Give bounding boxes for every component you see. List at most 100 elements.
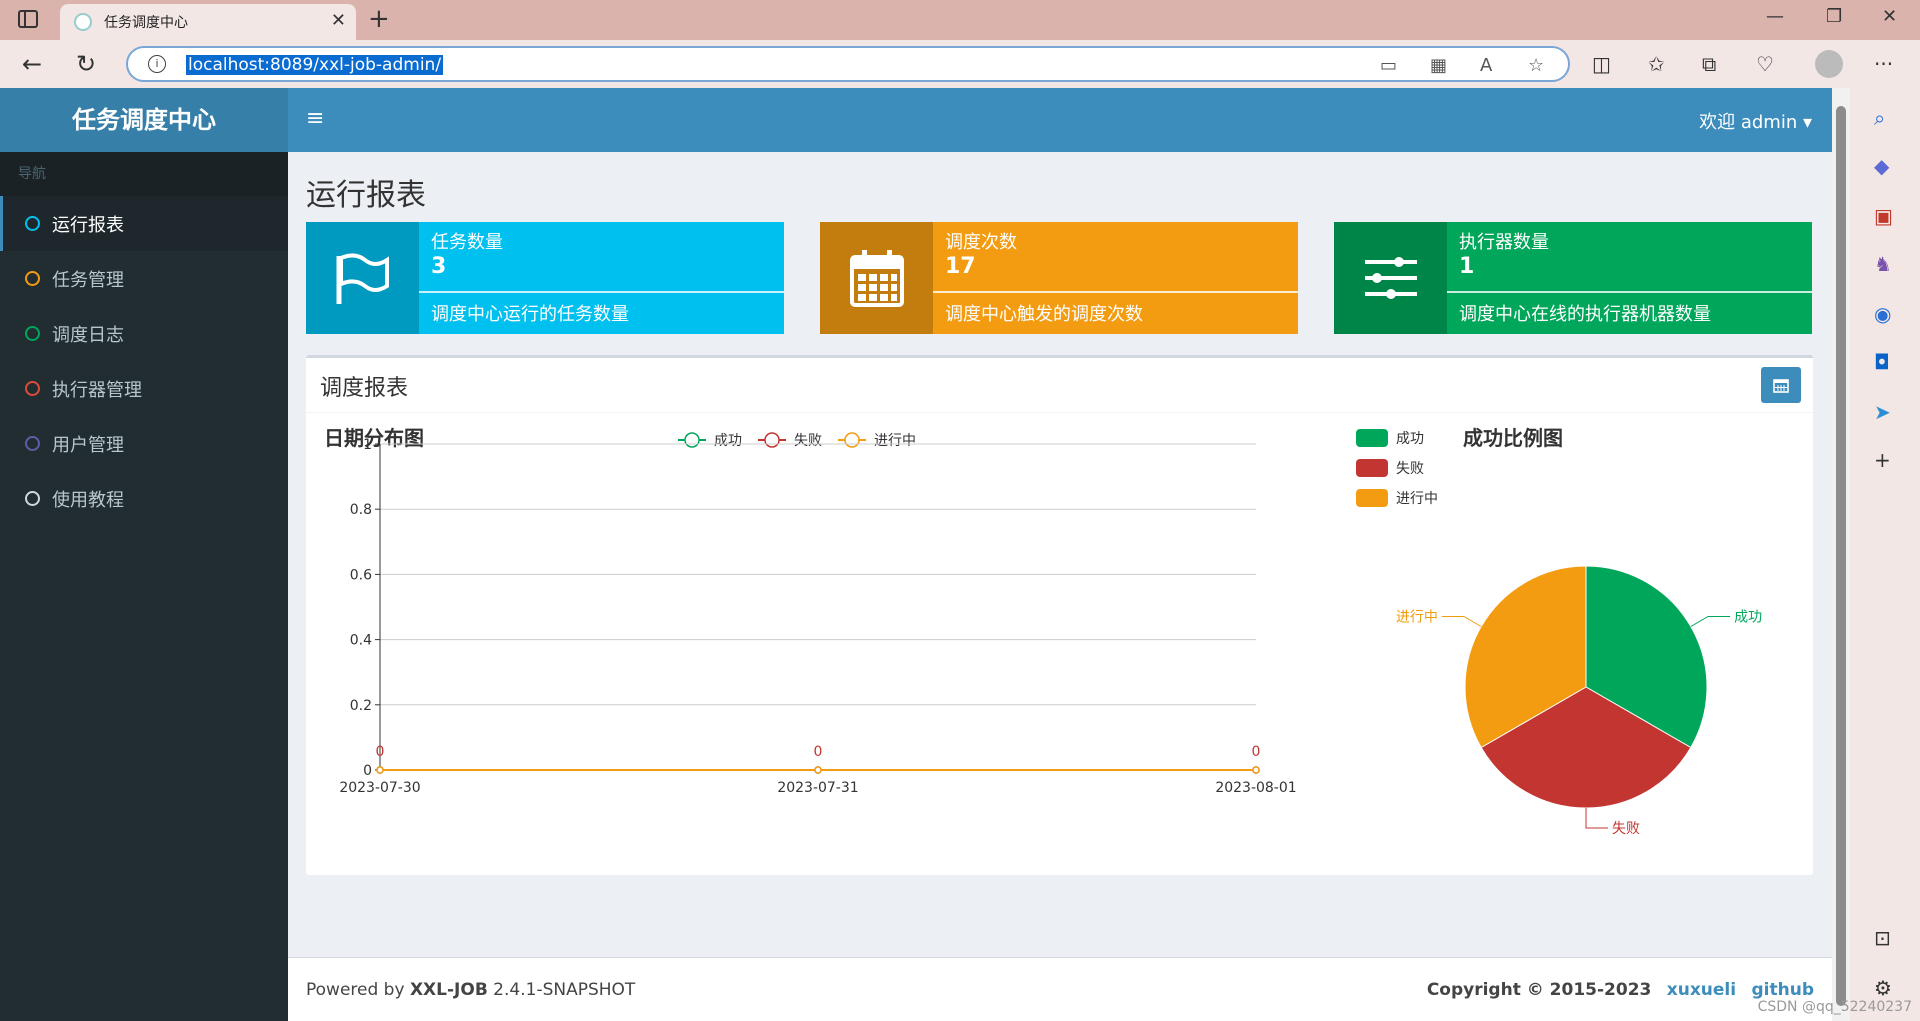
x-tick-label: 2023-07-30 [339,780,420,796]
new-tab-icon[interactable]: + [368,4,390,34]
screenshot-icon[interactable]: ⊡ [1874,926,1891,950]
legend-marker [764,432,780,448]
top-header: ≡ 欢迎 admin ▾ [288,88,1832,152]
info-box-desc: 调度中心运行的任务数量 [431,304,629,325]
page-scrollbar[interactable] [1832,88,1850,1021]
close-tab-icon[interactable]: ✕ [331,10,346,31]
search-icon[interactable]: ⌕ [1874,106,1885,130]
y-tick-label: 1 [363,437,372,453]
progress-divider [419,291,784,293]
sidebar-toggle-icon[interactable]: ≡ [306,106,324,131]
url-input[interactable]: i localhost:8089/xxl-job-admin/ ▭ ▦ A ☆ [126,46,1570,82]
info-box-body: 任务数量 3 调度中心运行的任务数量 [419,222,784,334]
sidebar-menu: 运行报表任务管理调度日志执行器管理用户管理使用教程 [0,196,288,526]
performance-icon[interactable]: ♡ [1756,52,1774,76]
app-logo[interactable]: 任务调度中心 [0,88,288,152]
url-text[interactable]: localhost:8089/xxl-job-admin/ [186,55,444,75]
app-available-icon[interactable]: ▭ [1380,55,1397,76]
copyright-text: Copyright © 2015-2023 [1426,980,1652,1000]
footer-copyright: Copyright © 2015-2023 xuxueli github [1427,980,1814,1000]
product-name: XXL-JOB [409,980,488,1000]
x-tick-label: 2023-08-01 [1215,780,1296,796]
shopping-tag-icon[interactable]: ◆ [1874,154,1889,178]
info-icon[interactable]: i [148,55,166,73]
footer: Powered by XXL-JOB 2.4.1-SNAPSHOT Copyri… [288,957,1832,1021]
sidebar-item-0[interactable]: 运行报表 [0,196,288,251]
pie-legend-swatch [1356,429,1388,447]
info-box-body: 调度次数 17 调度中心触发的调度次数 [933,222,1298,334]
favorite-star-icon[interactable]: ☆ [1528,55,1544,76]
circle-icon [25,491,40,506]
data-label: 0 [814,744,823,760]
github-link[interactable]: github [1752,980,1815,1000]
sidebar-item-label: 任务管理 [52,269,124,291]
copilot-icon[interactable]: ◉ [1874,302,1891,326]
sidebar-item-label: 用户管理 [52,434,124,456]
tools-icon[interactable]: ▣ [1874,204,1893,228]
data-point [814,766,822,774]
pie-label-line [1690,616,1731,627]
refresh-icon[interactable]: ↻ [76,50,96,78]
add-icon[interactable]: + [1874,448,1891,472]
send-icon[interactable]: ➤ [1874,400,1891,424]
calendar-icon [820,222,933,334]
progress-divider [933,291,1298,293]
more-menu-icon[interactable]: ··· [1874,52,1893,76]
info-box-desc: 调度中心触发的调度次数 [945,304,1143,325]
pie-slice-label: 失败 [1612,821,1640,837]
favorites-icon[interactable]: ✩ [1648,52,1665,76]
extensions-grid-icon[interactable]: ▦ [1430,55,1447,76]
pie-chart-title: 成功比例图 [1463,426,1563,450]
collections-icon[interactable]: ⧉ [1702,52,1716,76]
close-window-icon[interactable]: ✕ [1882,6,1897,27]
pie-legend-label: 失败 [1396,461,1424,477]
circle-icon [25,271,40,286]
pie-legend-swatch [1356,459,1388,477]
outlook-icon[interactable]: ◘ [1874,350,1890,374]
split-screen-icon[interactable]: ◫ [1592,52,1611,76]
sliders-icon [1334,222,1447,334]
circle-icon [25,381,40,396]
sidebar-item-label: 调度日志 [52,324,124,346]
sidebar-item-1[interactable]: 任务管理 [0,251,288,306]
minimize-icon[interactable]: — [1766,6,1784,27]
tab-actions-icon[interactable] [18,10,38,28]
settings-gear-icon[interactable]: ⚙ [1874,976,1892,1000]
report-title: 调度报表 [320,376,409,401]
legend-label: 失败 [794,433,822,449]
data-label: 0 [1252,744,1261,760]
profile-avatar[interactable] [1815,50,1843,78]
info-box-value: 17 [945,254,976,279]
info-box-2: 执行器数量 1 调度中心在线的执行器机器数量 [1334,222,1812,334]
xuxueli-link[interactable]: xuxueli [1667,980,1736,1000]
browser-tab[interactable]: 任务调度中心 ✕ [60,4,356,40]
progress-divider [1447,291,1812,293]
line-chart-title: 日期分布图 [324,426,424,450]
app-sidebar: 任务调度中心 导航 运行报表 任务管理 调度日志 执行器管理 用户管理 使用教程 [0,88,288,1021]
circle-icon [25,326,40,341]
pie-slice-label: 成功 [1734,610,1762,626]
x-tick-label: 2023-07-31 [777,780,858,796]
pie-legend-swatch [1356,489,1388,507]
footer-powered: Powered by XXL-JOB 2.4.1-SNAPSHOT [306,980,636,1000]
info-box-1: 调度次数 17 调度中心触发的调度次数 [820,222,1298,334]
data-point [376,766,384,774]
version: 2.4.1-SNAPSHOT [487,980,636,1000]
y-tick-label: 0.8 [350,502,372,518]
scroll-thumb[interactable] [1836,106,1846,1006]
sidebar-item-5[interactable]: 使用教程 [0,471,288,526]
info-box-value: 1 [1459,254,1475,279]
restore-icon[interactable]: ❐ [1826,6,1842,27]
read-aloud-icon[interactable]: A [1480,55,1492,76]
sidebar-item-3[interactable]: 执行器管理 [0,361,288,416]
address-bar: ← ↻ i localhost:8089/xxl-job-admin/ ▭ ▦ … [0,40,1920,88]
sidebar-item-2[interactable]: 调度日志 [0,306,288,361]
date-filter-button[interactable] [1761,367,1801,403]
pie-label-line [1585,808,1608,829]
user-menu[interactable]: 欢迎 admin ▾ [1699,108,1812,134]
info-box-body: 执行器数量 1 调度中心在线的执行器机器数量 [1447,222,1812,334]
y-tick-label: 0 [363,763,372,779]
games-icon[interactable]: ♞ [1874,252,1892,276]
sidebar-item-4[interactable]: 用户管理 [0,416,288,471]
back-icon[interactable]: ← [22,50,42,78]
